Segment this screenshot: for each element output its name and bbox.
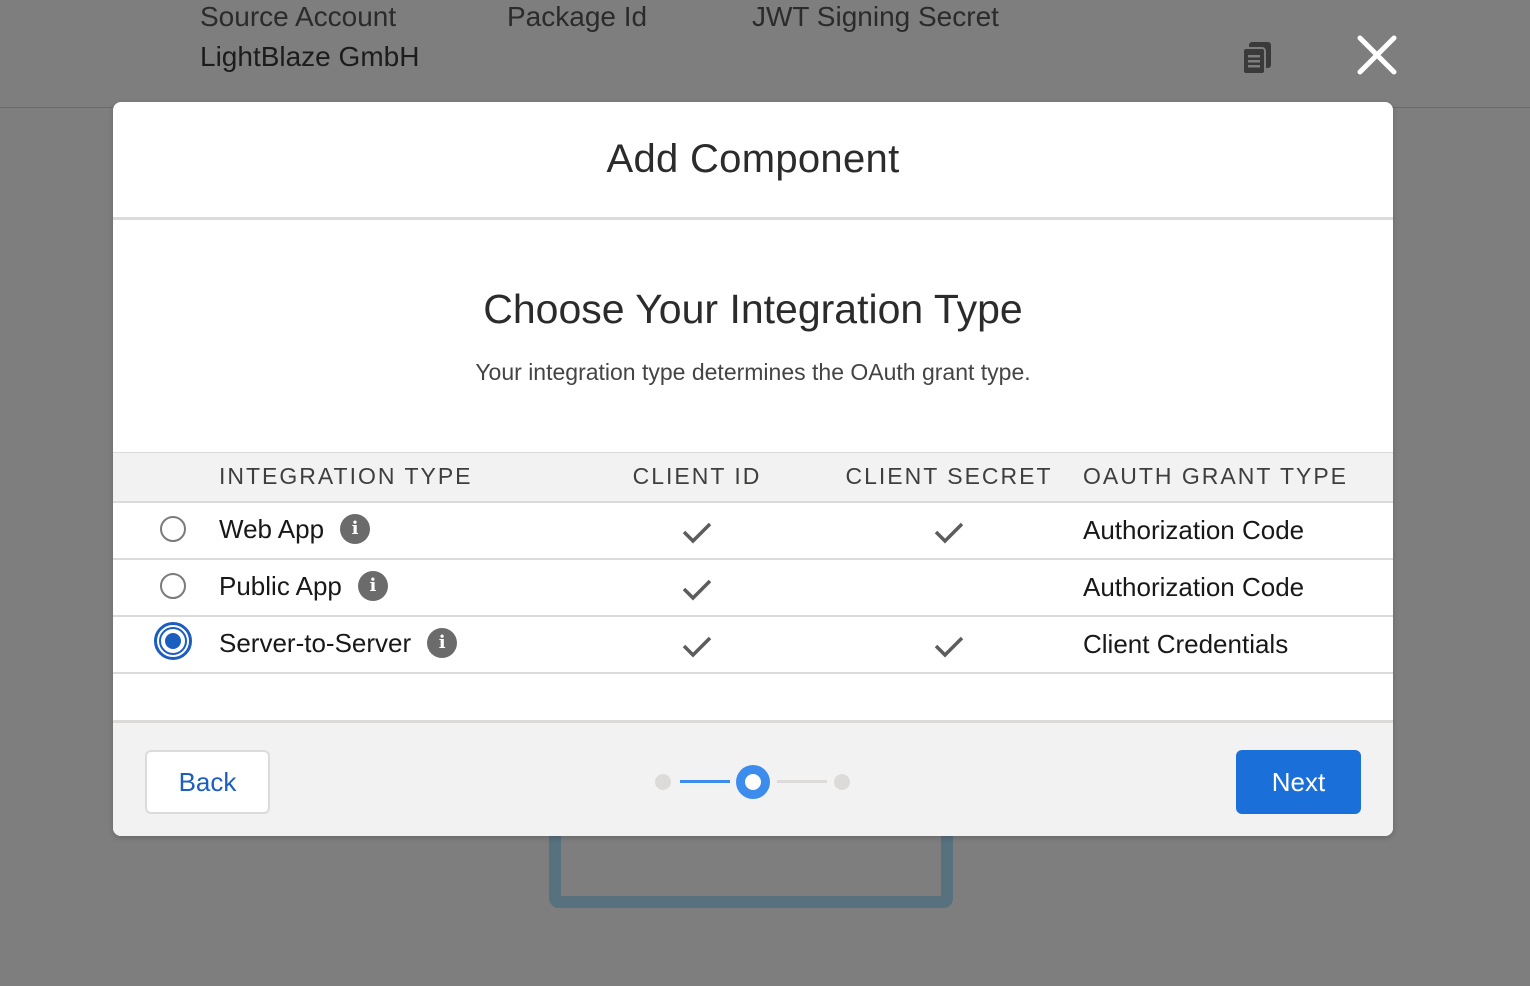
source-account-label: Source Account	[200, 1, 397, 32]
progress-stepper	[653, 765, 853, 799]
server-to-server-radio[interactable]	[154, 622, 192, 660]
next-button[interactable]: Next	[1236, 750, 1361, 814]
modal-body: Choose Your Integration Type Your integr…	[113, 220, 1393, 720]
table-row[interactable]: Server-to-Server i Client Credentials	[113, 615, 1393, 674]
info-icon[interactable]: i	[357, 571, 388, 602]
grant-type-value: Client Credentials	[1073, 615, 1393, 674]
step-connector-complete	[680, 780, 730, 783]
source-account-value: LightBlaze GmbH	[200, 41, 420, 72]
client-secret-empty-cell	[825, 558, 1073, 617]
grant-type-value: Authorization Code	[1073, 501, 1393, 560]
section-subheading: Your integration type determines the OAu…	[475, 359, 1031, 385]
check-icon	[682, 636, 712, 658]
step-3-indicator	[834, 774, 850, 790]
table-header-row: INTEGRATION TYPE CLIENT ID CLIENT SECRET…	[113, 452, 1393, 503]
client-id-header: CLIENT ID	[569, 452, 825, 503]
check-icon	[934, 522, 964, 544]
step-2-indicator-active	[736, 765, 770, 799]
copy-icon[interactable]	[1240, 40, 1276, 76]
package-id-label: Package Id	[507, 1, 648, 32]
back-button[interactable]: Back	[145, 750, 270, 814]
integration-type-header: INTEGRATION TYPE	[219, 452, 569, 503]
section-heading: Choose Your Integration Type	[483, 286, 1023, 332]
client-secret-header: CLIENT SECRET	[825, 452, 1073, 503]
step-connector-pending	[777, 780, 827, 783]
integration-type-name: Public App	[219, 570, 342, 601]
public-app-radio[interactable]	[160, 572, 186, 599]
integration-type-name: Server-to-Server	[219, 627, 412, 658]
table-row[interactable]: Web App i Authorization Code	[113, 501, 1393, 560]
add-component-modal: Add Component Choose Your Integration Ty…	[113, 102, 1393, 836]
info-icon[interactable]: i	[427, 628, 458, 659]
background-header: Source Account Package Id JWT Signing Se…	[0, 0, 1530, 108]
integration-type-name: Web App	[219, 513, 325, 544]
integration-type-table: INTEGRATION TYPE CLIENT ID CLIENT SECRET…	[113, 452, 1393, 674]
radio-column-header	[113, 452, 219, 503]
check-icon	[682, 522, 712, 544]
web-app-radio[interactable]	[160, 515, 186, 542]
check-icon	[682, 579, 712, 601]
modal-header: Add Component	[113, 102, 1393, 220]
modal-footer: Back Next	[113, 720, 1393, 836]
step-1-indicator	[655, 774, 671, 790]
table-row[interactable]: Public App i Authorization Code	[113, 558, 1393, 617]
jwt-signing-secret-label: JWT Signing Secret	[752, 1, 999, 32]
modal-title: Add Component	[606, 137, 900, 181]
info-icon[interactable]: i	[340, 514, 371, 545]
grant-type-value: Authorization Code	[1073, 558, 1393, 617]
check-icon	[934, 636, 964, 658]
close-icon[interactable]	[1354, 32, 1400, 78]
oauth-grant-type-header: OAUTH GRANT TYPE	[1073, 452, 1393, 503]
